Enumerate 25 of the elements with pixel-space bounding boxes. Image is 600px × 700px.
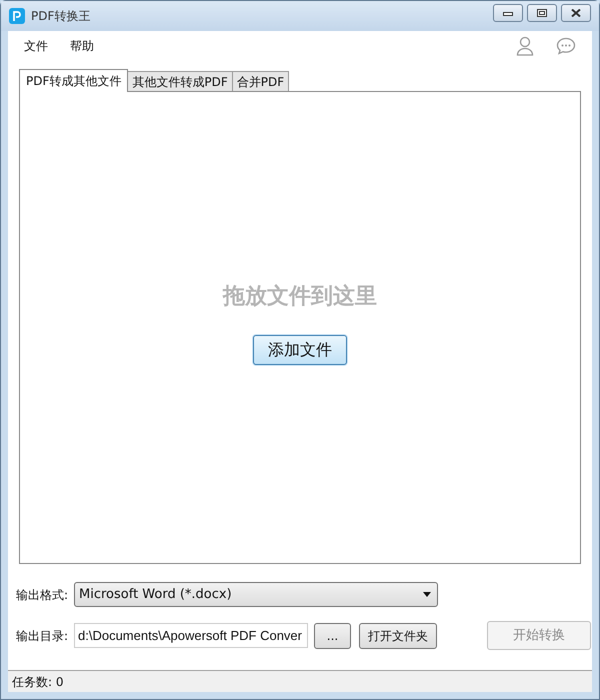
minimize-icon: [503, 10, 513, 16]
close-icon: [571, 9, 581, 17]
user-icon[interactable]: [516, 36, 534, 56]
close-button[interactable]: [561, 4, 591, 22]
tab[interactable]: PDF转成其他文件: [19, 69, 128, 92]
window-title: PDF转换王: [31, 8, 90, 25]
app-logo-icon: [9, 8, 25, 24]
maximize-button[interactable]: [527, 4, 557, 22]
chat-bubble-icon[interactable]: [556, 37, 576, 55]
field-label: 输出目录:: [14, 628, 68, 644]
status-text: 任务数: 0: [12, 674, 64, 690]
drop-hint: 拖放文件到这里: [223, 283, 377, 311]
field-label: 输出格式:: [14, 586, 68, 604]
menu-item[interactable]: 帮助: [70, 37, 94, 55]
browse-button[interactable]: ...: [314, 622, 351, 648]
maximize-icon: [537, 9, 547, 17]
dropdown-caret-icon: [423, 592, 431, 597]
open-folder-button[interactable]: 打开文件夹: [359, 622, 437, 648]
menu-item[interactable]: 文件: [24, 37, 48, 55]
tab[interactable]: 合并PDF: [232, 71, 290, 91]
format-dropdown[interactable]: Microsoft Word (*.docx): [74, 582, 438, 607]
output-path-field[interactable]: d:\Documents\Apowersoft PDF Conver: [74, 623, 308, 648]
minimize-button[interactable]: [493, 4, 523, 22]
add-file-button[interactable]: 添加文件: [253, 335, 347, 365]
tab[interactable]: 其他文件转成PDF: [127, 71, 233, 91]
